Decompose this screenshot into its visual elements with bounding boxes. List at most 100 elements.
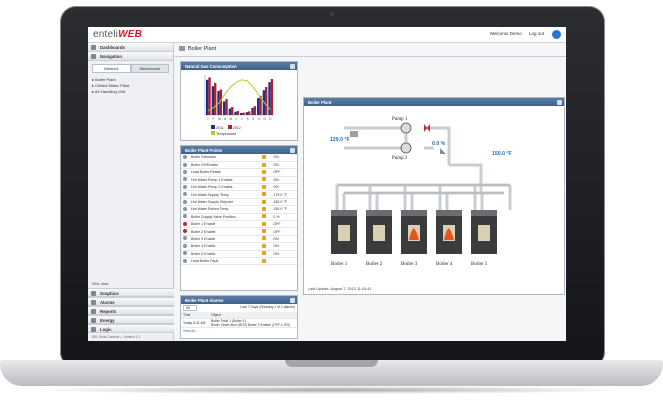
welcome-link[interactable]: Welcome Demo	[490, 31, 522, 36]
tree-item-air-handling[interactable]: ▸ Air Handling Unit	[92, 89, 169, 95]
thermometer-icon	[350, 131, 358, 137]
table-row[interactable]: Boiler 1 Enable OFF	[181, 220, 297, 229]
point-name: Boiler 3 Enable	[189, 235, 260, 244]
bar-2011	[228, 108, 232, 115]
point-name: Boiler Supply Valve Position	[189, 213, 260, 222]
status-icon	[261, 214, 266, 219]
point-status-cell	[259, 183, 272, 192]
point-name: Boiler 4 Enable	[189, 242, 260, 251]
point-name: Hot Water Supply Temp	[189, 190, 260, 199]
table-row[interactable]: Boiler Schedule ON	[181, 154, 297, 162]
point-icon	[183, 169, 187, 174]
table-row[interactable]: Hot Water Pump 1 Enable ON	[181, 176, 297, 185]
table-row[interactable]: Boiler 2 Enable OFF	[181, 227, 297, 236]
bar-2012	[242, 112, 245, 115]
pipe-segment	[337, 183, 510, 195]
laptop-notch	[285, 360, 378, 367]
sidebar-reports[interactable]: Reports	[88, 306, 174, 315]
panel-collapse-icon[interactable]	[290, 297, 295, 303]
table-row[interactable]: Boiler Supply Valve Position 0 %	[181, 213, 297, 222]
camera-icon	[330, 12, 334, 16]
sidebar-logic-label: Logic	[100, 327, 112, 332]
sidebar-energy[interactable]: Energy	[88, 315, 174, 324]
table-row[interactable]: Boiler 5 Enable ON	[181, 250, 297, 258]
valve-icon[interactable]	[424, 124, 430, 132]
xml-view-link[interactable]: XML view	[88, 280, 174, 288]
alarm-filter-select[interactable]: All	[183, 305, 197, 311]
supply-temp-value: 129.0 °F	[330, 137, 350, 143]
navigation-icon	[91, 54, 96, 59]
tab-mechanical[interactable]: Mechanical	[130, 64, 169, 73]
table-row[interactable]: Boiler Oil*Enable ON	[181, 161, 297, 170]
sidebar-alarms[interactable]: Alarms	[88, 297, 174, 306]
bar-2012	[225, 99, 228, 115]
x-tick-label: J	[241, 117, 243, 121]
boiler-alarms-panel: Boiler Plant Alarms All Last 7 Days (Sho…	[180, 295, 298, 339]
table-row[interactable]: Lead Boiler Fault	[181, 257, 297, 266]
point-icon-cell	[181, 183, 189, 192]
points-table: Boiler Schedule ON Boiler Oil*Enable ON Lead…	[181, 154, 297, 266]
gas-panel-title: Natural Gas Consumption	[185, 63, 237, 69]
help-icon[interactable]	[552, 30, 561, 39]
x-tick-label: M	[218, 117, 221, 121]
sidebar-navigation[interactable]: Navigation	[88, 52, 173, 61]
point-status-cell	[259, 220, 272, 229]
sidebar-graphics[interactable]: Graphics	[88, 288, 174, 297]
panel-collapse-icon[interactable]	[290, 63, 295, 69]
table-row[interactable]: Boiler 4 Enable ON	[181, 242, 297, 251]
navigation-tree: ▸ Boiler Plant ▸ Chilled Water Plant ▸ A…	[88, 76, 173, 96]
pump-2-icon[interactable]	[400, 142, 412, 154]
table-row[interactable]: Hot Water Return Temp 150.0 °F	[181, 205, 297, 214]
boiler-label: Boiler 5	[471, 262, 488, 267]
boiler-3[interactable]: Boiler 3	[401, 210, 427, 267]
table-row[interactable]: Hot Water Supply Temp 179.0 °F	[181, 190, 297, 199]
gas-consumption-panel: Natural Gas Consumption JFMAMJJASOND 201…	[180, 61, 298, 141]
table-row[interactable]: Hot Water Pump 2 Enable ON	[181, 183, 297, 192]
boiler-1[interactable]: Boiler 1	[331, 210, 357, 267]
valve-position-value: 0.0 %	[432, 141, 446, 147]
legend-2012: 2012	[232, 126, 241, 130]
panel-collapse-icon[interactable]	[557, 99, 562, 105]
boiler-door	[338, 225, 350, 241]
alarm-view-all[interactable]: View All...	[181, 328, 297, 334]
pipe-segment	[335, 185, 512, 210]
bar-2012	[214, 83, 217, 115]
panel-collapse-icon[interactable]	[290, 147, 295, 153]
points-panel-header: Boiler Plant Points	[181, 146, 297, 154]
table-row[interactable]: Boiler 3 Enable ON	[181, 235, 297, 244]
graphics-icon	[91, 291, 96, 296]
status-icon	[261, 184, 266, 189]
tab-network[interactable]: Network	[92, 64, 131, 73]
status-icon	[261, 236, 266, 241]
point-value: 180.0 °F	[271, 198, 297, 207]
point-icon	[183, 214, 187, 219]
table-row[interactable]: Lead Boiler Rotate OFF	[181, 168, 297, 177]
point-icon-cell	[181, 213, 189, 222]
pump-1-icon[interactable]	[400, 122, 412, 134]
alarm-icon	[183, 229, 187, 234]
point-status-cell	[259, 168, 272, 177]
sidebar-logic[interactable]: Logic	[88, 324, 174, 333]
point-name: Lead Boiler Rotate	[189, 168, 260, 177]
point-value: OFF	[271, 220, 297, 229]
point-icon-cell	[181, 220, 189, 229]
alarm-object: Boiler Fault 1 (Boiler 1) Boiler Order Al…	[209, 318, 297, 328]
point-value: ON	[271, 176, 297, 185]
sidebar-bottom: XML view Graphics Alarms Reports Energy …	[88, 280, 174, 341]
boiler-4[interactable]: Boiler 4	[436, 210, 462, 267]
legend-2011: 2011	[216, 126, 224, 130]
boiler-2[interactable]: Boiler 2	[366, 210, 392, 267]
point-status-cell	[259, 242, 272, 251]
table-row[interactable]: Hot Water Supply Setpoint 180.0 °F	[181, 198, 297, 207]
point-status-cell	[259, 205, 272, 214]
alarm-row[interactable]: Today 5:31 AM Boiler Fault 1 (Boiler 1) B…	[181, 318, 297, 328]
sidebar-dashboards[interactable]: Dashboards	[88, 43, 173, 52]
boiler-5[interactable]: Boiler 5	[471, 210, 497, 267]
bar-2012	[265, 87, 268, 115]
logout-link[interactable]: Log out	[529, 31, 544, 36]
point-name: Hot Water Pump 1 Enable	[189, 176, 260, 185]
top-bar: enteliWEB Welcome Demo Log out	[88, 27, 566, 43]
point-icon	[183, 162, 187, 167]
point-value: 179.0 °F	[271, 190, 297, 199]
point-value: OFF	[271, 168, 297, 177]
